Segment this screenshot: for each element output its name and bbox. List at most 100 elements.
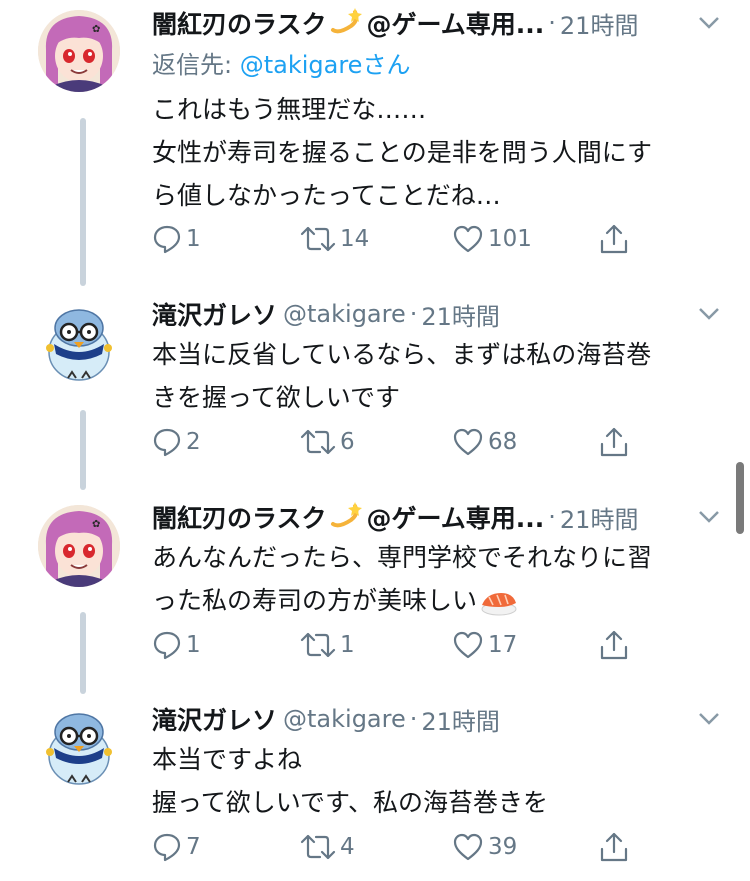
retweet-icon: [300, 429, 336, 455]
chevron-down-icon[interactable]: [697, 711, 721, 727]
tweet-actions: 1 14 101: [152, 219, 642, 259]
handle[interactable]: @takigare: [283, 705, 406, 733]
tweet-actions: 7 4 39: [152, 827, 642, 867]
tweet-text-line: 本当ですよね: [152, 745, 303, 774]
tweet-text: あんなんだったら、専門学校でそれなりに習 った私の寿司の方が美味しい: [152, 536, 652, 622]
heart-icon: [453, 833, 483, 861]
like-count: 68: [488, 429, 518, 455]
heart-icon: [453, 631, 483, 659]
tweet-text-line: これはもう無理だな……: [152, 95, 427, 124]
tweet-text-line: った私の寿司の方が美味しい: [152, 586, 478, 615]
reply-button[interactable]: 2: [152, 422, 201, 462]
account-tag[interactable]: @ゲーム専用...: [367, 499, 545, 535]
reply-to-suffix: さん: [362, 51, 411, 79]
tweet-text-line: 本当に反省しているなら、まずは私の海苔巻: [152, 340, 652, 369]
tweet-header: 闇紅刃のラスク @ゲーム専用... · 21時間: [152, 3, 638, 43]
thread-line: [80, 612, 86, 694]
share-button[interactable]: [599, 625, 629, 665]
like-count: 101: [488, 226, 532, 252]
rusk-avatar-icon: ✿: [38, 10, 120, 92]
reply-icon: [153, 225, 181, 254]
display-name[interactable]: 闇紅刃のラスク: [152, 499, 327, 535]
reply-icon: [153, 428, 181, 457]
tweet-header: 滝沢ガレソ @takigare · 21時間: [152, 294, 500, 334]
timestamp[interactable]: 21時間: [421, 702, 500, 737]
avatar[interactable]: [38, 302, 120, 384]
reply-to: 返信先: @takigareさん: [152, 45, 410, 80]
thread-line: [80, 410, 86, 490]
tweet-text: 本当に反省しているなら、まずは私の海苔巻 きを握って欲しいです: [152, 333, 651, 419]
tweet-text-line-with-emoji: った私の寿司の方が美味しい: [152, 579, 652, 622]
reply-button[interactable]: 1: [152, 219, 201, 259]
timestamp[interactable]: 21時間: [421, 297, 500, 332]
svg-text:✿: ✿: [92, 519, 100, 530]
thread-line: [80, 118, 86, 286]
tweet-text-line: きを握って欲しいです: [152, 383, 401, 412]
share-icon: [600, 832, 628, 862]
separator: ·: [548, 503, 556, 531]
retweet-button[interactable]: 4: [300, 827, 355, 867]
reply-button[interactable]: 7: [152, 827, 201, 867]
tweet-actions: 2 6 68: [152, 422, 642, 462]
handle[interactable]: @takigare: [283, 300, 406, 328]
like-button[interactable]: 39: [452, 827, 517, 867]
retweet-icon: [300, 834, 336, 860]
tweet-text-line: ら値しなかったってことだね…: [152, 181, 501, 210]
retweet-button[interactable]: 6: [300, 422, 355, 462]
display-name[interactable]: 闇紅刃のラスク: [152, 5, 327, 41]
tweet-text: 本当ですよね 握って欲しいです、私の海苔巻きを: [152, 738, 548, 824]
tweet-text: これはもう無理だな…… 女性が寿司を握ることの是非を問う人間にす ら値しなかった…: [152, 88, 652, 217]
reply-icon: [153, 631, 181, 660]
dizzy-emoji-icon: [329, 498, 363, 536]
reply-button[interactable]: 1: [152, 625, 201, 665]
tweet-header: 滝沢ガレソ @takigare · 21時間: [152, 699, 500, 739]
retweet-button[interactable]: 1: [300, 625, 355, 665]
share-icon: [600, 630, 628, 660]
tweet-text-line: 握って欲しいです、私の海苔巻きを: [152, 788, 549, 817]
display-name[interactable]: 滝沢ガレソ: [152, 701, 277, 737]
svg-text:✿: ✿: [92, 24, 100, 35]
reply-count: 1: [186, 632, 201, 658]
chevron-down-icon[interactable]: [697, 15, 721, 31]
heart-icon: [453, 428, 483, 456]
retweet-button[interactable]: 14: [300, 219, 369, 259]
display-name[interactable]: 滝沢ガレソ: [152, 296, 277, 332]
like-button[interactable]: 68: [452, 422, 517, 462]
heart-icon: [453, 225, 483, 253]
retweet-icon: [300, 226, 336, 252]
tweet-text-line: 女性が寿司を握ることの是非を問う人間にす: [152, 138, 653, 167]
reply-to-prefix: 返信先:: [152, 51, 240, 79]
retweet-count: 1: [340, 632, 355, 658]
retweet-count: 14: [340, 226, 370, 252]
rusk-avatar-icon: ✿: [38, 505, 120, 587]
retweet-icon: [300, 632, 336, 658]
timestamp[interactable]: 21時間: [560, 500, 639, 535]
timestamp[interactable]: 21時間: [560, 6, 639, 41]
dizzy-emoji-icon: [329, 4, 363, 42]
like-button[interactable]: 101: [452, 219, 532, 259]
avatar[interactable]: ✿: [38, 10, 120, 92]
share-button[interactable]: [599, 422, 629, 462]
like-button[interactable]: 17: [452, 625, 517, 665]
bird-avatar-icon: [38, 706, 120, 788]
bird-avatar-icon: [38, 302, 120, 384]
separator: ·: [409, 300, 418, 328]
share-button[interactable]: [599, 219, 629, 259]
tweet-text-line: あんなんだったら、専門学校でそれなりに習: [152, 543, 653, 572]
account-tag[interactable]: @ゲーム専用...: [367, 5, 545, 41]
scrollbar[interactable]: [736, 462, 744, 534]
tweet-actions: 1 1 17: [152, 625, 642, 665]
like-count: 17: [488, 632, 518, 658]
chevron-down-icon[interactable]: [697, 509, 721, 525]
share-icon: [600, 224, 628, 254]
avatar[interactable]: ✿: [38, 505, 120, 587]
reply-count: 2: [186, 429, 201, 455]
reply-to-user-link[interactable]: @takigare: [240, 51, 363, 79]
retweet-count: 6: [340, 429, 355, 455]
share-button[interactable]: [599, 827, 629, 867]
reply-icon: [153, 833, 181, 862]
like-count: 39: [488, 834, 518, 860]
avatar[interactable]: [38, 706, 120, 788]
tweet-header: 闇紅刃のラスク @ゲーム専用... · 21時間: [152, 497, 638, 537]
chevron-down-icon[interactable]: [697, 306, 721, 322]
